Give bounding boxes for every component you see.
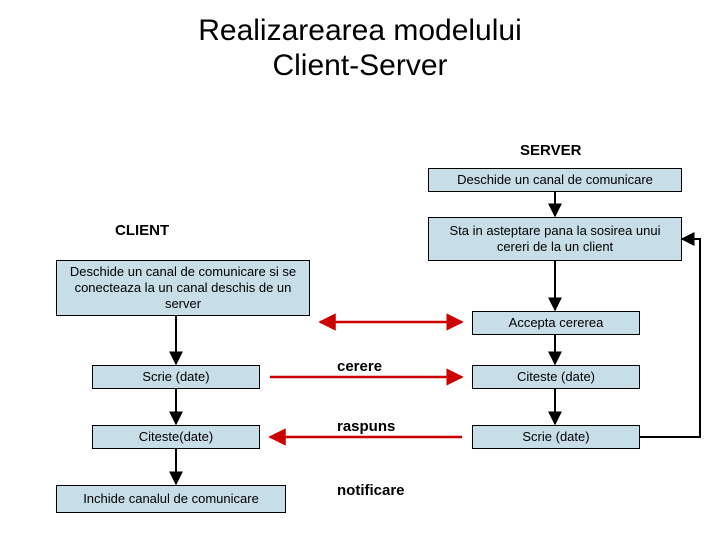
client-heading: CLIENT (115, 222, 169, 239)
text: Accepta cererea (509, 315, 604, 331)
client-box-write: Scrie (date) (92, 365, 260, 389)
client-box-close: Inchide canalul de comunicare (56, 485, 286, 513)
server-box-open-channel: Deschide un canal de comunicare (428, 168, 682, 192)
text: Inchide canalul de comunicare (83, 491, 259, 507)
client-box-read: Citeste(date) (92, 425, 260, 449)
diagram-title: Realizarearea modelului Client-Server (0, 0, 720, 83)
text: Sta in asteptare pana la sosirea unui ce… (435, 223, 675, 256)
text: Deschide un canal de comunicare (457, 172, 653, 188)
message-label-raspuns: raspuns (337, 418, 395, 435)
message-label-cerere: cerere (337, 358, 382, 375)
server-heading: SERVER (520, 142, 581, 159)
title-line-2: Client-Server (272, 49, 447, 82)
server-box-write: Scrie (date) (472, 425, 640, 449)
text: Scrie (date) (142, 369, 209, 385)
title-line-1: Realizarearea modelului (198, 14, 522, 47)
text: Citeste (date) (517, 369, 595, 385)
server-box-wait-request: Sta in asteptare pana la sosirea unui ce… (428, 217, 682, 261)
text: Citeste(date) (139, 429, 213, 445)
text: Deschide un canal de comunicare si se co… (63, 264, 303, 313)
server-box-read: Citeste (date) (472, 365, 640, 389)
text: Scrie (date) (522, 429, 589, 445)
message-label-notificare: notificare (337, 482, 405, 499)
client-box-connect: Deschide un canal de comunicare si se co… (56, 260, 310, 316)
server-box-accept: Accepta cererea (472, 311, 640, 335)
